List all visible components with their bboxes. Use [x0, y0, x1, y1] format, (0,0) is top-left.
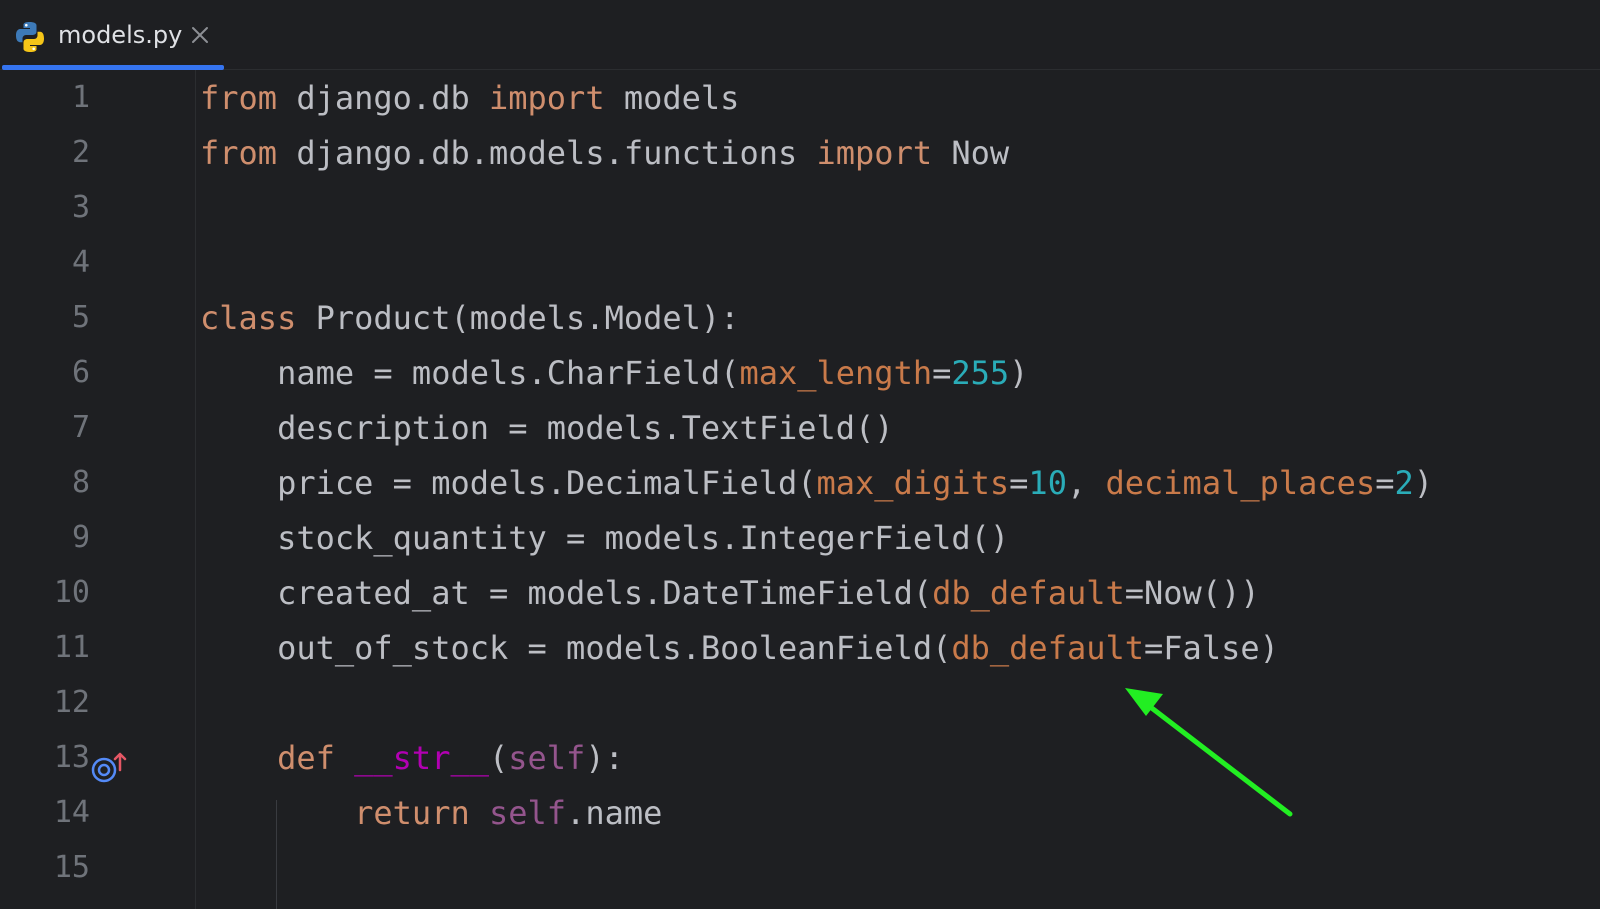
line-number: 11: [53, 630, 90, 665]
line-number: 13: [53, 740, 90, 775]
code-line-8: price = models.DecimalField(max_digits=1…: [200, 464, 1433, 502]
code-line-5: class Product(models.Model):: [200, 299, 740, 337]
code-line-1: from django.db import models: [200, 79, 740, 117]
line-number: 6: [71, 355, 90, 390]
code-line-2: from django.db.models.functions import N…: [200, 134, 1010, 172]
gutter-separator: [195, 70, 196, 909]
code-line-13: def __str__(self):: [277, 739, 624, 777]
line-number: 4: [71, 245, 90, 280]
line-number: 12: [53, 685, 90, 720]
line-number: 7: [71, 410, 90, 445]
line-number: 14: [53, 795, 90, 830]
code-line-6: name = models.CharField(max_length=255): [200, 354, 1029, 392]
close-icon[interactable]: [188, 23, 212, 47]
line-number: 5: [71, 300, 90, 335]
code-line-11: out_of_stock = models.BooleanField(db_de…: [200, 629, 1279, 667]
code-editor[interactable]: 1 2 3 4 5 6 7 8 9 10 11 12 13 14 15 from…: [0, 70, 1600, 909]
overrides-method-icon[interactable]: [90, 750, 130, 790]
line-number: 2: [71, 135, 90, 170]
tab-models-py[interactable]: models.py: [2, 0, 224, 70]
code-line-9: stock_quantity = models.IntegerField(): [200, 519, 1010, 557]
tab-label: models.py: [58, 21, 183, 49]
line-number: 10: [53, 575, 90, 610]
python-file-icon: [16, 22, 44, 52]
line-number: 9: [71, 520, 90, 555]
editor-tab-bar: models.py: [0, 0, 1600, 70]
line-number: 15: [53, 850, 90, 885]
line-number: 1: [71, 80, 90, 115]
line-number: 8: [71, 465, 90, 500]
code-line-10: created_at = models.DateTimeField(db_def…: [200, 574, 1260, 612]
code-line-7: description = models.TextField(): [200, 409, 894, 447]
code-line-14: return self.name: [354, 794, 663, 832]
line-number: 3: [71, 190, 90, 225]
